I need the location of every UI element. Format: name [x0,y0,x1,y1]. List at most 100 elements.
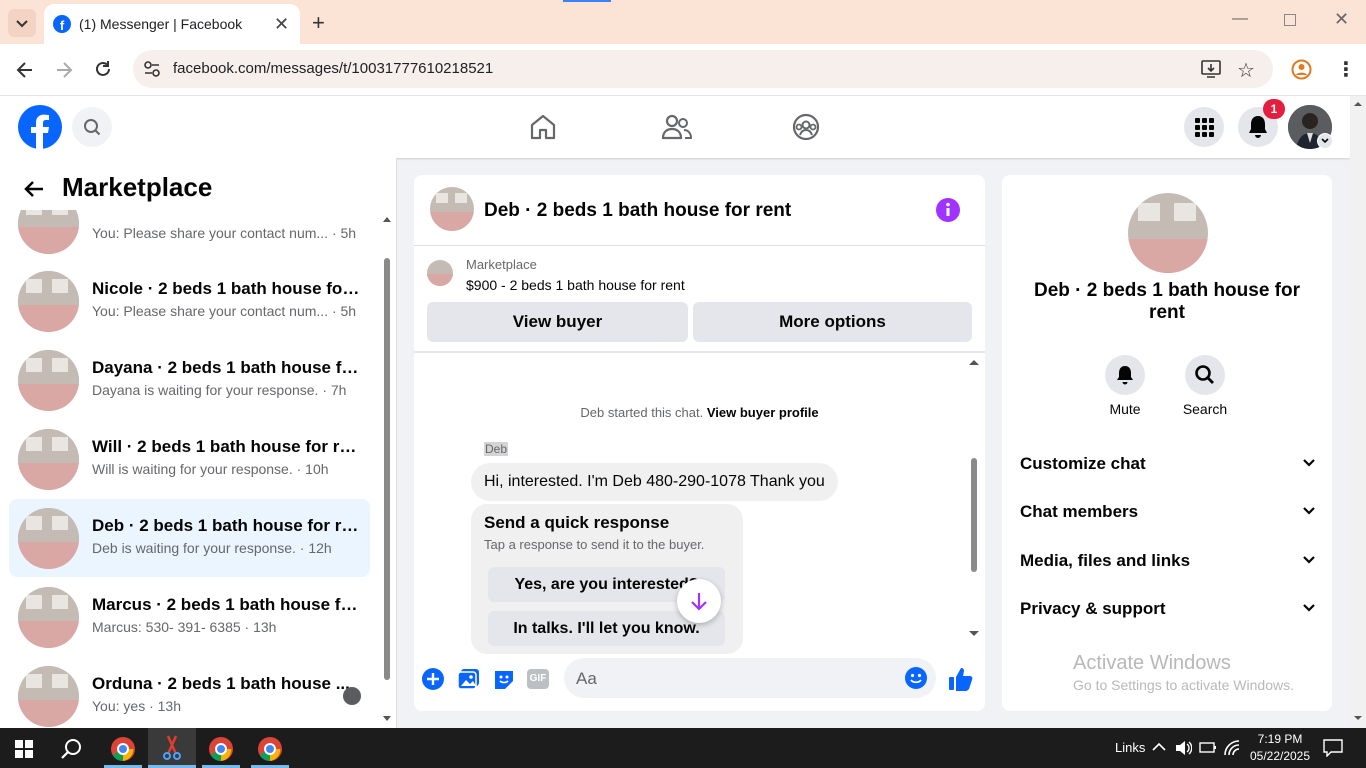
url-text: facebook.com/messages/t/1003177761021852… [173,60,494,77]
show-hidden-icons-icon[interactable] [1152,740,1166,754]
browser-toolbar: facebook.com/messages/t/1003177761021852… [0,44,1366,96]
tab-title: (1) Messenger | Facebook [79,16,243,32]
install-app-icon[interactable] [1201,59,1221,79]
reload-icon[interactable] [92,58,114,80]
listing-thumbnail [18,271,79,332]
search-button[interactable] [72,107,112,147]
account-chevron-icon[interactable] [1317,133,1333,149]
links-toolbar[interactable]: Links [1115,740,1145,755]
listing-source: Marketplace [466,257,537,272]
conversation-name: Orduna · 2 beds 1 bath house ... [92,674,350,693]
chat-start-notice: Deb started this chat. View buyer profil… [414,405,985,420]
conversation-item[interactable]: You: Please share your contact num... · … [9,210,370,262]
like-thumb-icon[interactable] [947,665,975,693]
conversation-scrollbar[interactable] [381,210,393,728]
address-bar[interactable]: facebook.com/messages/t/1003177761021852… [133,50,1273,88]
forward-icon[interactable] [53,59,75,81]
view-buyer-profile-link[interactable]: View buyer profile [707,405,819,420]
minimize-icon[interactable]: — [1232,10,1248,28]
window-close-icon[interactable]: ✕ [1334,9,1349,30]
profile-icon[interactable] [1291,59,1312,80]
conversation-item[interactable]: Will · 2 beds 1 bath house for rent Will… [9,420,370,498]
chrome-profile-taskbar-icon[interactable] [208,736,234,762]
section-label: Media, files and links [1020,551,1191,570]
bell-icon [1117,366,1133,385]
snipping-tool-taskbar[interactable] [148,728,196,768]
more-options-button[interactable]: More options [693,302,972,342]
tab-close-icon[interactable]: ✕ [274,14,289,35]
sticker-icon[interactable] [492,667,516,691]
network-icon[interactable] [1223,739,1241,757]
scroll-to-bottom-button[interactable] [677,579,721,623]
listing-text[interactable]: $900 - 2 beds 1 bath house for rent [466,277,685,293]
conversation-snippet: Deb is waiting for your response. · 12h [92,540,332,556]
conversation-snippet: You: Please share your contact num... · … [92,225,357,241]
conversation-item-selected[interactable]: Deb · 2 beds 1 bath house for rent Deb i… [9,499,370,577]
chrome-profile2-taskbar-icon[interactable] [257,736,283,762]
home-icon[interactable] [528,112,558,142]
window-indicator [563,0,611,2]
add-icon[interactable] [421,667,445,691]
message-input[interactable]: Aa [564,658,936,698]
browser-tab[interactable]: f (1) Messenger | Facebook ✕ [44,4,300,44]
listing-thumbnail [18,429,79,490]
conversation-item[interactable]: Nicole · 2 beds 1 bath house for ... You… [9,262,370,340]
maximize-icon[interactable] [1284,14,1296,26]
quick-response-title: Send a quick response [484,513,670,532]
listing-thumbnail [18,508,79,569]
conversation-snippet: Marcus: 530- 391- 6385 · 13h [92,619,277,635]
listing-thumbnail [18,210,79,254]
browser-menu-icon[interactable]: ⋮ [1336,57,1356,82]
photo-icon[interactable] [457,667,481,691]
conversation-item[interactable]: Dayana · 2 beds 1 bath house fo... Dayan… [9,341,370,419]
windows-start-icon[interactable] [15,740,33,758]
details-listing-avatar[interactable] [1128,193,1208,273]
conversation-snippet: You: yes · 13h [92,698,181,714]
new-tab-icon[interactable]: + [312,10,325,36]
listing-thumbnail [18,587,79,648]
conversation-snippet: Dayana is waiting for your response. · 7… [92,382,347,398]
info-icon[interactable] [936,198,960,222]
back-icon[interactable] [14,59,36,81]
message-bubble[interactable]: Hi, interested. I'm Deb 480-290-1078 Tha… [471,463,838,501]
conversation-item[interactable]: Marcus · 2 beds 1 bath house for... Marc… [9,578,370,656]
chrome-taskbar-icon[interactable] [110,736,136,762]
conversation-name: Marcus · 2 beds 1 bath house for... [92,595,362,614]
back-arrow-icon[interactable] [22,177,46,201]
gif-icon[interactable]: GIF [527,669,549,689]
grid-menu-icon [1195,118,1214,137]
chevron-down-icon [1303,604,1315,612]
chevron-down-icon [1303,459,1315,467]
clock-time[interactable]: 7:19 PM [1250,732,1310,746]
chat-scrollbar[interactable] [968,355,980,643]
section-label: Chat members [1020,502,1139,521]
site-info-icon[interactable] [143,60,161,78]
chat-listing-avatar[interactable] [430,187,474,231]
conversation-name: Nicole · 2 beds 1 bath house for ... [92,279,362,298]
mute-button[interactable] [1105,355,1145,395]
chat-members-section[interactable]: Chat members [1020,502,1316,522]
media-files-links-section[interactable]: Media, files and links [1020,551,1316,571]
activate-windows-subtitle: Go to Settings to activate Windows. [1073,677,1294,693]
battery-icon[interactable] [1199,741,1217,755]
view-buyer-button[interactable]: View buyer [427,302,688,342]
groups-icon[interactable] [791,112,821,142]
tab-search-icon[interactable] [8,9,36,37]
search-label: Search [1182,401,1228,417]
privacy-support-section[interactable]: Privacy & support [1020,599,1316,619]
menu-button[interactable] [1184,107,1224,147]
notifications-center-icon[interactable] [1323,739,1343,757]
volume-icon[interactable] [1174,739,1192,757]
facebook-logo-icon[interactable] [18,105,62,149]
svg-text:f: f [60,18,65,33]
emoji-icon[interactable] [905,667,927,689]
customize-chat-section[interactable]: Customize chat [1020,454,1316,474]
friends-icon[interactable] [660,112,692,142]
details-title: Deb · 2 beds 1 bath house for rent [1033,280,1301,323]
clock-date[interactable]: 05/22/2025 [1246,749,1314,763]
bookmark-star-icon[interactable]: ☆ [1237,58,1255,83]
search-in-chat-button[interactable] [1185,355,1225,395]
taskbar-search-icon[interactable] [60,737,84,761]
page-scrollbar[interactable] [1350,96,1366,728]
conversation-item[interactable]: Orduna · 2 beds 1 bath house ... You: ye… [9,657,370,728]
